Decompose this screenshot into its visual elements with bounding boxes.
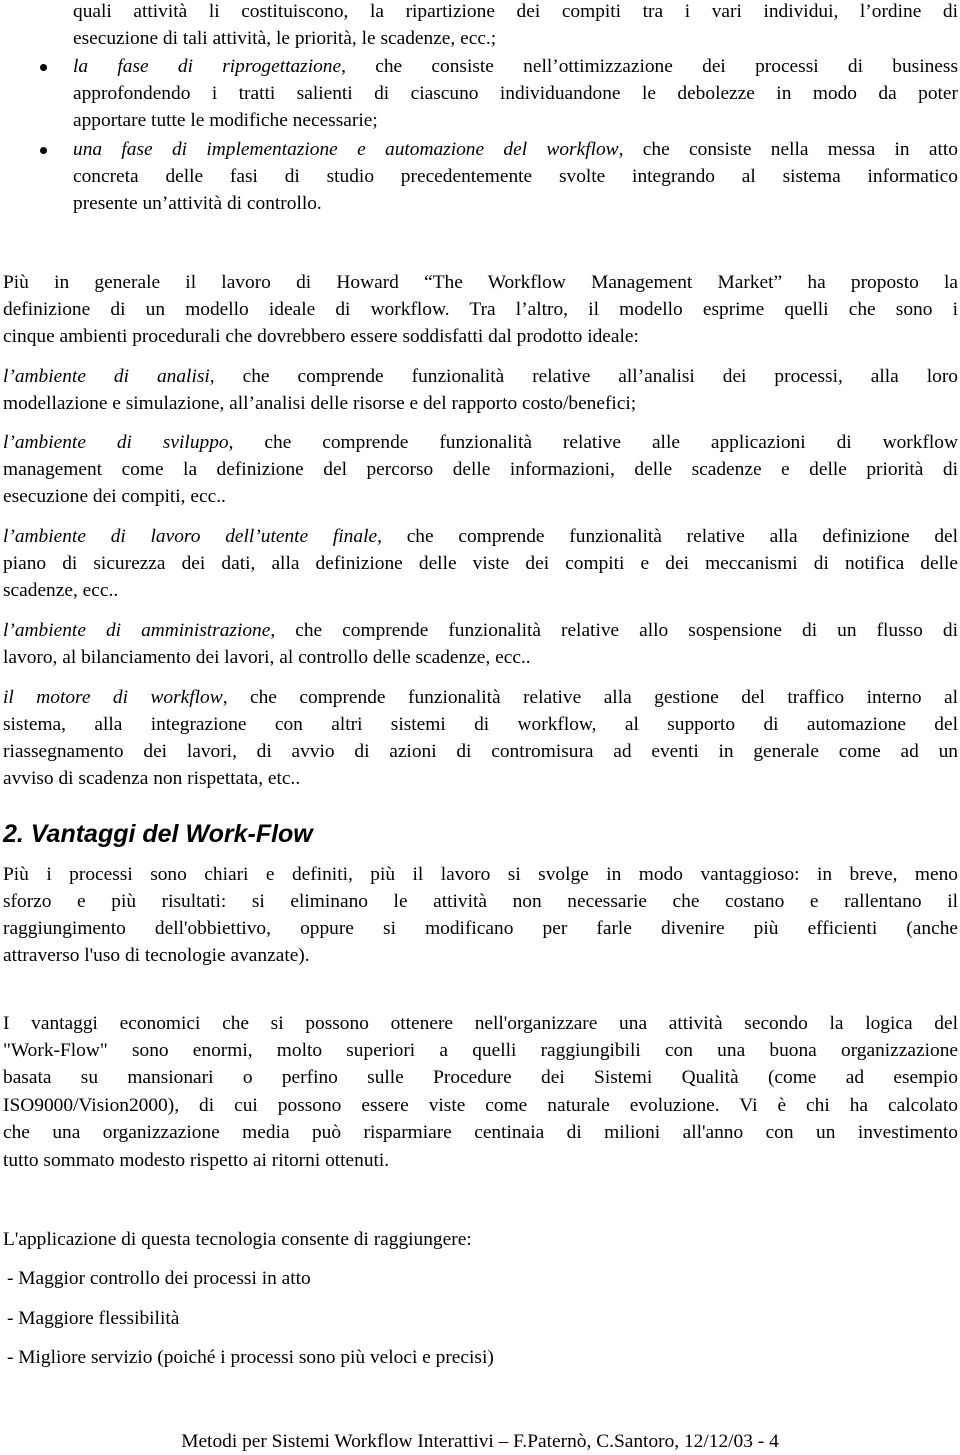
bullet-1-line-2: approfondendo i tratti salienti di ciasc… <box>73 83 958 104</box>
advantages-p1-line-1: Più i processi sono chiari e definiti, p… <box>3 864 958 885</box>
env-motore-line-3: riassegnamento dei lavori, di avvio di a… <box>3 741 958 762</box>
bullet-1-line-1: la fase di riprogettazione, che consiste… <box>73 56 958 78</box>
env-utente-line-2: piano di sicurezza dei dati, alla defini… <box>3 553 958 574</box>
advantages-p2-line-4: ISO9000/Vision2000), di cui possono esse… <box>3 1095 958 1116</box>
env-motore-term: il motore di workflow <box>3 687 223 708</box>
advantages-p2-line-3: basata su mansionari o perfino sulle Pro… <box>3 1067 958 1088</box>
advantages-p1-line-4: attraverso l'uso di tecnologie avanzate)… <box>3 945 310 966</box>
page-footer: Metodi per Sistemi Workflow Interattivi … <box>181 1431 779 1452</box>
bullet-1-term: la fase di riprogettazione <box>73 56 342 77</box>
benefit-item: - Migliore servizio (poiché i processi s… <box>7 1347 494 1368</box>
advantages-p1-line-2: sforzo e più risultati: si eliminano le … <box>3 891 958 912</box>
bullet-2-text: , che consiste nella messa in atto <box>618 139 958 160</box>
env-analisi-text: , che comprende funzionalità relative al… <box>209 366 958 387</box>
benefit-item: - Maggiore flessibilità <box>7 1308 180 1329</box>
bullet-1-line-3: apportare tutte le modifiche necessarie; <box>73 110 378 131</box>
env-motore-text: , che comprende funzionalità relative al… <box>222 687 958 708</box>
env-utente-text: , che comprende funzionalità relative al… <box>377 526 959 547</box>
env-utente-line-1: l’ambiente di lavoro dell’utente finale,… <box>3 526 958 548</box>
advantages-p1-line-3: raggiungimento dell'obbiettivo, oppure s… <box>3 918 958 939</box>
bullet-icon <box>40 64 47 71</box>
env-analisi-line-2: modellazione e simulazione, all’analisi … <box>3 393 637 414</box>
advantages-p2-line-5: che una organizzazione media può risparm… <box>3 1122 958 1143</box>
howard-line-3: cinque ambienti procedurali che dovrebbe… <box>3 326 639 347</box>
env-analisi-term: l’ambiente di analisi <box>3 366 210 387</box>
env-sviluppo-line-2: management come la definizione del perco… <box>3 459 958 480</box>
intro-line-2: esecuzione di tali attività, le priorità… <box>73 28 497 49</box>
env-amministrazione-term: l’ambiente di amministrazione <box>3 620 271 641</box>
env-amministrazione-text: , che comprende funzionalità relative al… <box>270 620 958 641</box>
document-page: quali attività li costituiscono, la ripa… <box>0 0 960 1455</box>
bullet-2-line-2: concreta delle fasi di studio precedente… <box>73 166 958 187</box>
env-amministrazione-line-2: lavoro, al bilanciamento dei lavori, al … <box>3 647 531 668</box>
advantages-p2-line-1: I vantaggi economici che si possono otte… <box>3 1013 958 1034</box>
env-utente-term: l’ambiente di lavoro dell’utente finale <box>3 526 378 547</box>
env-motore-line-1: il motore di workflow, che comprende fun… <box>3 687 958 709</box>
env-sviluppo-line-1: l’ambiente di sviluppo, che comprende fu… <box>3 432 958 454</box>
bullet-icon <box>40 147 47 154</box>
howard-line-1: Più in generale il lavoro di Howard “The… <box>3 272 958 293</box>
env-sviluppo-text: , che comprende funzionalità relative al… <box>228 432 958 453</box>
env-sviluppo-term: l’ambiente di sviluppo <box>3 432 229 453</box>
env-utente-line-3: scadenze, ecc.. <box>3 580 119 601</box>
bullet-1-text: , che consiste nell’ottimizzazione dei p… <box>341 56 959 77</box>
advantages-p2-line-2: "Work-Flow" sono enormi, molto superiori… <box>3 1040 958 1061</box>
advantages-p2-line-6: tutto sommato modesto rispetto ai ritorn… <box>3 1150 390 1171</box>
env-amministrazione-line-1: l’ambiente di amministrazione, che compr… <box>3 620 958 642</box>
env-analisi-line-1: l’ambiente di analisi, che comprende fun… <box>3 366 958 388</box>
bullet-2-line-1: una fase di implementazione e automazion… <box>73 139 958 161</box>
bullet-2-term: una fase di implementazione e automazion… <box>73 139 619 160</box>
env-motore-line-4: avviso di scadenza non rispettata, etc.. <box>3 768 301 789</box>
env-sviluppo-line-3: esecuzione dei compiti, ecc.. <box>3 486 226 507</box>
intro-line-1: quali attività li costituiscono, la ripa… <box>73 1 958 22</box>
howard-line-2: definizione di un modello ideale di work… <box>3 299 958 320</box>
benefit-item: - Maggior controllo dei processi in atto <box>7 1268 311 1289</box>
section-heading: 2. Vantaggi del Work-Flow <box>3 820 313 848</box>
bullet-2-line-3: presente un’attività di controllo. <box>73 193 322 214</box>
benefits-intro: L'applicazione di questa tecnologia cons… <box>3 1229 472 1250</box>
env-motore-line-2: sistema, alla integrazione con altri sis… <box>3 714 958 735</box>
